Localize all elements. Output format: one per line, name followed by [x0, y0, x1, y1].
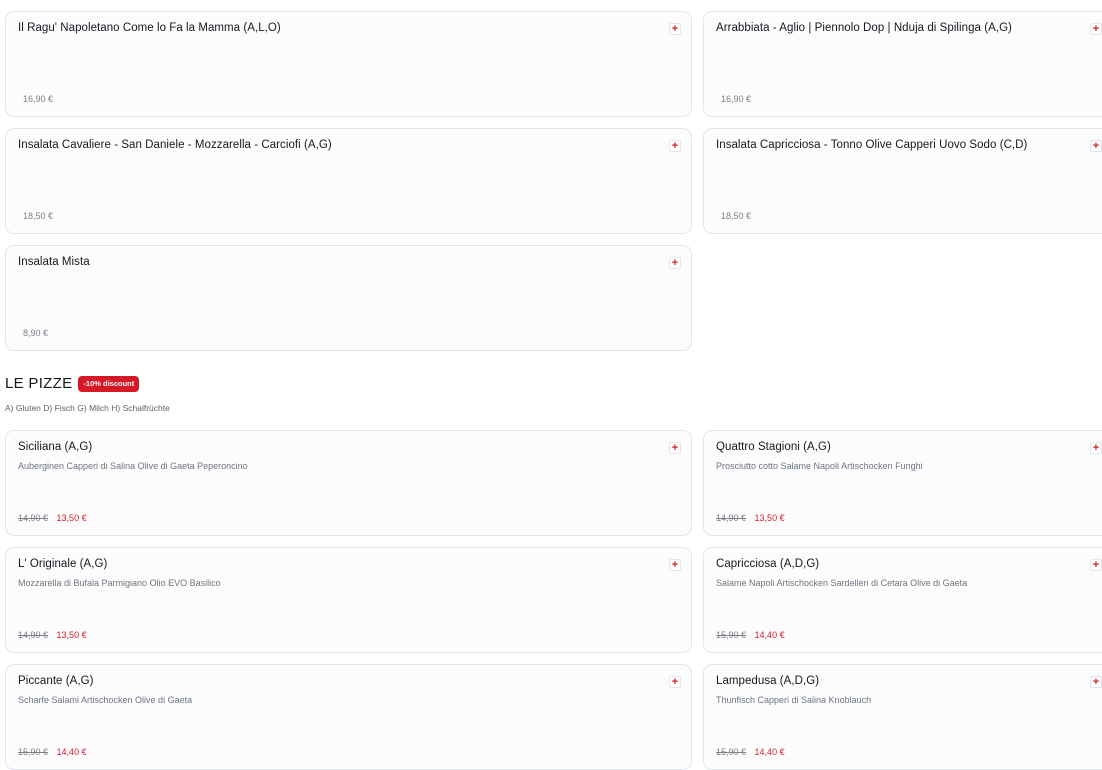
discounted-price: 14,40 € — [56, 747, 87, 757]
pizza-item-card[interactable]: Quattro Stagioni (A,G) + Prosciutto cott… — [703, 430, 1102, 536]
add-to-cart-button[interactable]: + — [669, 676, 681, 688]
menu-item-card[interactable]: Insalata Mista + 8,90 € — [5, 245, 692, 351]
add-to-cart-button[interactable]: + — [669, 23, 681, 35]
menu-item-description: Scharfe Salami Artischocken Olive di Gae… — [18, 695, 193, 705]
menu-item-price: 16,90 € — [721, 94, 752, 104]
menu-item-description: Auberginen Capperi di Salina Olive di Ga… — [18, 461, 248, 471]
original-price: 14,90 € — [716, 513, 747, 523]
menu-item-name: Quattro Stagioni (A,G) — [716, 441, 831, 453]
price-row: 14,90 € 13,50 € — [18, 513, 87, 523]
add-to-cart-button[interactable]: + — [1090, 442, 1102, 454]
menu-item-name: Piccante (A,G) — [18, 675, 94, 687]
menu-item-card[interactable]: Insalata Cavaliere - San Daniele - Mozza… — [5, 128, 692, 234]
menu-item-description: Salame Napoli Artischocken Sardellen di … — [716, 578, 968, 588]
price-row: 14,90 € 13,50 € — [18, 630, 87, 640]
add-to-cart-button[interactable]: + — [1090, 140, 1102, 152]
menu-item-name: Arrabbiata - Aglio | Piennolo Dop | Nduj… — [716, 22, 1012, 34]
pizza-item-card[interactable]: L' Originale (A,G) + Mozzarella di Bufal… — [5, 547, 692, 653]
menu-item-name: Insalata Mista — [18, 256, 90, 268]
section-header-pizze: LE PIZZE -10% discount — [5, 375, 140, 392]
menu-item-description: Prosciutto cotto Salame Napoli Artischoc… — [716, 461, 923, 471]
pizza-item-card[interactable]: Capricciosa (A,D,G) + Salame Napoli Arti… — [703, 547, 1102, 653]
menu-item-card[interactable]: Il Ragu' Napoletano Come lo Fa la Mamma … — [5, 11, 692, 117]
menu-item-price: 16,90 € — [23, 94, 54, 104]
original-price: 14,90 € — [18, 513, 49, 523]
discounted-price: 13,50 € — [56, 630, 87, 640]
price-row: 15,90 € 14,40 € — [18, 747, 87, 757]
menu-item-name: Insalata Cavaliere - San Daniele - Mozza… — [18, 139, 332, 151]
menu-items-grid: Il Ragu' Napoletano Come lo Fa la Mamma … — [5, 11, 1102, 351]
discounted-price: 14,40 € — [754, 747, 785, 757]
menu-item-name: Capricciosa (A,D,G) — [716, 558, 820, 570]
price-row: 14,90 € 13,50 € — [716, 513, 785, 523]
add-to-cart-button[interactable]: + — [669, 559, 681, 571]
menu-item-name: Il Ragu' Napoletano Come lo Fa la Mamma … — [18, 22, 281, 34]
add-to-cart-button[interactable]: + — [1090, 676, 1102, 688]
menu-item-price: 8,90 € — [23, 328, 49, 338]
pizza-item-card[interactable]: Piccante (A,G) + Scharfe Salami Artischo… — [5, 664, 692, 770]
menu-item-description: Mozzarella di Bufala Parmigiano Olio EVO… — [18, 578, 221, 588]
menu-item-name: Siciliana (A,G) — [18, 441, 93, 453]
discounted-price: 13,50 € — [56, 513, 87, 523]
menu-item-name: L' Originale (A,G) — [18, 558, 108, 570]
discounted-price: 13,50 € — [754, 513, 785, 523]
menu-item-price: 18,50 € — [721, 211, 752, 221]
discount-badge: -10% discount — [78, 375, 140, 392]
menu-item-card[interactable]: Insalata Capricciosa - Tonno Olive Cappe… — [703, 128, 1102, 234]
menu-item-name: Lampedusa (A,D,G) — [716, 675, 820, 687]
menu-item-name: Insalata Capricciosa - Tonno Olive Cappe… — [716, 139, 1028, 151]
pizza-item-card[interactable]: Siciliana (A,G) + Auberginen Capperi di … — [5, 430, 692, 536]
add-to-cart-button[interactable]: + — [1090, 559, 1102, 571]
price-row: 15,90 € 14,40 € — [716, 630, 785, 640]
menu-item-description: Thunfisch Capperi di Salina Knoblauch — [716, 695, 872, 705]
original-price: 15,90 € — [716, 630, 747, 640]
add-to-cart-button[interactable]: + — [669, 257, 681, 269]
add-to-cart-button[interactable]: + — [669, 140, 681, 152]
add-to-cart-button[interactable]: + — [1090, 23, 1102, 35]
original-price: 15,90 € — [18, 747, 49, 757]
pizza-items-grid: Siciliana (A,G) + Auberginen Capperi di … — [5, 430, 1102, 770]
add-to-cart-button[interactable]: + — [669, 442, 681, 454]
discounted-price: 14,40 € — [754, 630, 785, 640]
menu-item-price: 18,50 € — [23, 211, 54, 221]
original-price: 15,90 € — [716, 747, 747, 757]
section-title: LE PIZZE — [5, 375, 73, 392]
pizza-item-card[interactable]: Lampedusa (A,D,G) + Thunfisch Capperi di… — [703, 664, 1102, 770]
price-row: 15,90 € 14,40 € — [716, 747, 785, 757]
menu-item-card[interactable]: Arrabbiata - Aglio | Piennolo Dop | Nduj… — [703, 11, 1102, 117]
allergen-legend: A) Gluten D) Fisch G) Milch H) Schalfrüc… — [5, 403, 170, 413]
original-price: 14,90 € — [18, 630, 49, 640]
menu-page: Il Ragu' Napoletano Come lo Fa la Mamma … — [0, 0, 1102, 770]
